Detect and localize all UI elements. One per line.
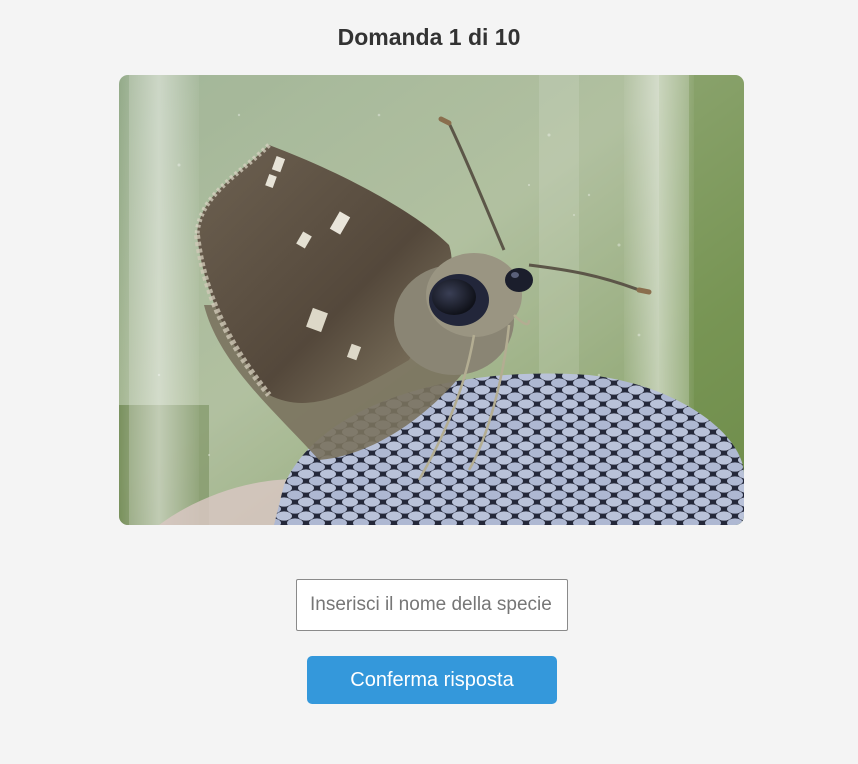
question-title: Domanda 1 di 10 — [337, 24, 521, 50]
species-photo — [119, 75, 744, 525]
confirm-answer-button[interactable]: Conferma risposta — [307, 656, 557, 704]
species-name-input[interactable] — [296, 579, 568, 631]
quiz-page: Domanda 1 di 10 Inserisci il nome della … — [0, 0, 858, 764]
